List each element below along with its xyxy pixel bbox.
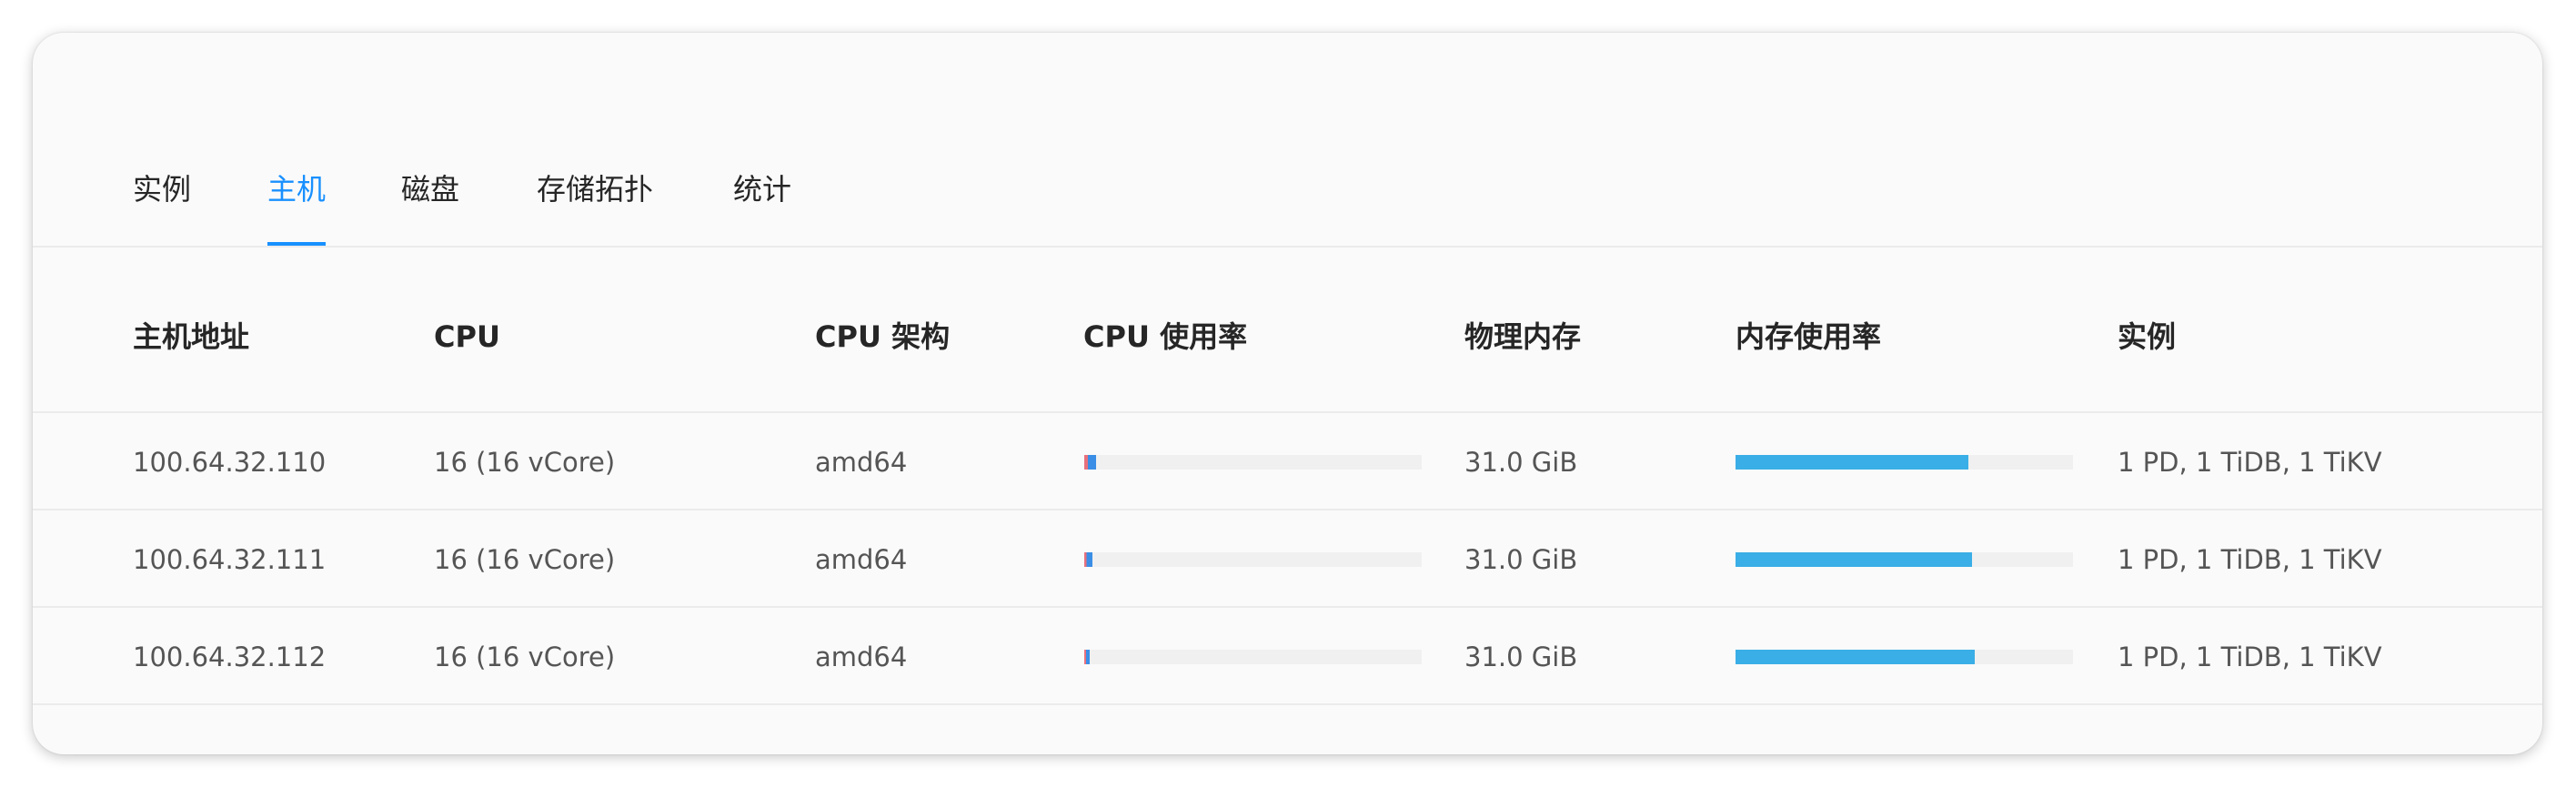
cpu-usage-bar[interactable] [1084, 552, 1422, 567]
column-header-address[interactable]: 主机地址 [133, 317, 249, 357]
memory-usage-bar[interactable] [1736, 650, 2073, 664]
table-row[interactable]: 100.64.32.111 16 (16 vCore) amd64 31.0 G… [33, 510, 2542, 608]
host-cpu-arch: amd64 [815, 642, 908, 672]
host-cpu-arch: amd64 [815, 544, 908, 575]
cpu-usage-fill [1084, 650, 1090, 664]
cpu-usage-bar[interactable] [1084, 455, 1422, 470]
tab-bar: 实例 主机 磁盘 存储拓扑 统计 [33, 33, 2542, 248]
column-header-cpu-arch[interactable]: CPU 架构 [815, 317, 950, 357]
hosts-table: 主机地址 CPU CPU 架构 CPU 使用率 物理内存 内存使用率 实例 10… [33, 248, 2542, 705]
tab-hosts[interactable]: 主机 [267, 169, 327, 246]
table-row[interactable]: 100.64.32.112 16 (16 vCore) amd64 31.0 G… [33, 608, 2542, 705]
host-address: 100.64.32.112 [133, 642, 327, 672]
host-address: 100.64.32.111 [133, 544, 327, 575]
memory-usage-fill [1736, 455, 1968, 470]
column-header-cpu[interactable]: CPU [434, 317, 500, 357]
host-address: 100.64.32.110 [133, 447, 327, 478]
memory-usage-fill [1736, 650, 1976, 664]
tab-statistics[interactable]: 统计 [733, 169, 791, 209]
memory-usage-bar[interactable] [1736, 552, 2073, 567]
host-instances: 1 PD, 1 TiDB, 1 TiKV [2118, 544, 2382, 575]
memory-usage-bar[interactable] [1736, 455, 2073, 470]
host-memory: 31.0 GiB [1464, 544, 1578, 575]
cpu-usage-fill [1084, 455, 1096, 470]
host-cpu: 16 (16 vCore) [434, 642, 616, 672]
host-cpu-arch: amd64 [815, 447, 908, 478]
column-header-memory-usage[interactable]: 内存使用率 [1736, 317, 1881, 357]
column-header-memory[interactable]: 物理内存 [1464, 317, 1581, 357]
tab-instances[interactable]: 实例 [133, 169, 191, 209]
tab-disks[interactable]: 磁盘 [401, 169, 459, 209]
cpu-usage-bar[interactable] [1084, 650, 1422, 664]
host-memory: 31.0 GiB [1464, 447, 1578, 478]
hosts-card: 实例 主机 磁盘 存储拓扑 统计 主机地址 CPU CPU 架构 CPU 使用率… [33, 33, 2542, 754]
column-header-instances[interactable]: 实例 [2118, 317, 2176, 357]
table-header-row: 主机地址 CPU CPU 架构 CPU 使用率 物理内存 内存使用率 实例 [33, 248, 2542, 413]
host-cpu: 16 (16 vCore) [434, 544, 616, 575]
table-row[interactable]: 100.64.32.110 16 (16 vCore) amd64 31.0 G… [33, 413, 2542, 510]
host-instances: 1 PD, 1 TiDB, 1 TiKV [2118, 642, 2382, 672]
host-memory: 31.0 GiB [1464, 642, 1578, 672]
host-cpu: 16 (16 vCore) [434, 447, 616, 478]
column-header-cpu-usage[interactable]: CPU 使用率 [1083, 317, 1247, 357]
host-instances: 1 PD, 1 TiDB, 1 TiKV [2118, 447, 2382, 478]
tab-storage-topology[interactable]: 存储拓扑 [537, 169, 653, 209]
memory-usage-fill [1736, 552, 1972, 567]
cpu-usage-fill [1084, 552, 1093, 567]
